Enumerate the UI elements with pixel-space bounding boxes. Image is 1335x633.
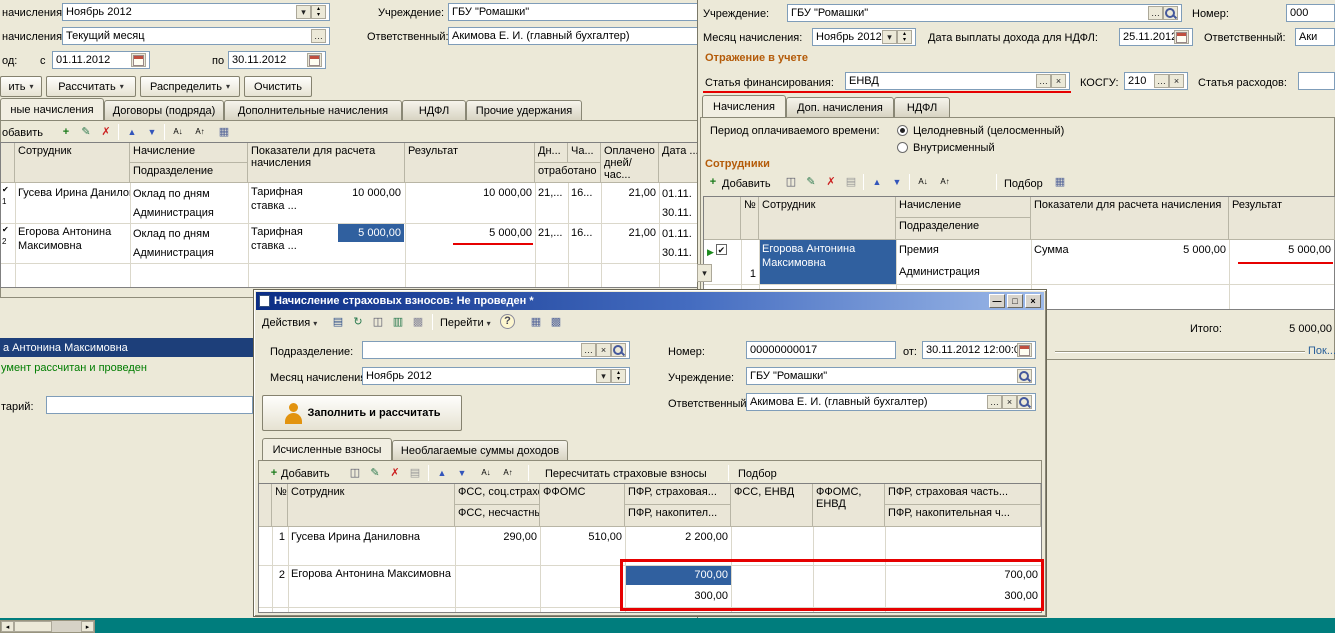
department-label: Подразделение:	[270, 346, 354, 358]
goto-menu[interactable]: Перейти ▾	[440, 316, 491, 331]
window-controls: — □ ×	[987, 294, 1041, 308]
close-button[interactable]: ×	[1025, 294, 1041, 308]
pfr-savings-column-header[interactable]: ПФР, накопител...	[625, 505, 731, 527]
fss-social-column-header[interactable]: ФСС, соц.страхо...	[455, 484, 540, 505]
title-bar[interactable]: Начисление страховых взносов: Не проведе…	[256, 292, 1044, 310]
toolbar-separator	[728, 465, 729, 481]
dropdown-icon: ▾	[486, 319, 491, 328]
recalculate-button[interactable]: Пересчитать страховые взносы	[545, 467, 707, 481]
cell-num[interactable]: 1	[272, 527, 288, 546]
cell-pfr-insurance-part[interactable]: 700,00	[885, 565, 1041, 585]
date-field[interactable]: 30.11.2012 12:00:00	[922, 341, 1036, 359]
cell-pfr-insurance[interactable]: 2 200,00	[625, 527, 731, 546]
person-icon	[283, 401, 303, 425]
toolbar-separator	[428, 465, 429, 481]
responsible-field[interactable]: Акимова Е. И. (главный бухгалтер) … ×	[746, 393, 1036, 411]
window-title: Начисление страховых взносов: Не проведе…	[274, 295, 534, 307]
minimize-button[interactable]: —	[989, 294, 1005, 308]
cell-ffoms[interactable]: 510,00	[540, 527, 625, 546]
tab-nontaxable-income[interactable]: Необлагаемые суммы доходов	[392, 440, 568, 461]
pfr-savings-part-column-header[interactable]: ПФР, накопительная ч...	[885, 505, 1041, 527]
actions-menu[interactable]: Действия ▾	[262, 316, 317, 331]
toolbar-separator	[528, 465, 529, 481]
dropdown-icon[interactable]: ▾	[596, 369, 611, 383]
magnifier-icon[interactable]	[611, 343, 626, 357]
add-row-button[interactable]: Добавить	[281, 467, 330, 481]
month-label: Месяц начисления:	[270, 372, 370, 384]
document-icon	[259, 295, 270, 307]
cell-pfr-savings[interactable]: 300,00	[625, 586, 731, 606]
calendar-icon[interactable]	[1017, 343, 1032, 357]
number-value: 00000000017	[750, 344, 818, 356]
cell-pfr-insurance-selected[interactable]: 700,00	[625, 565, 731, 585]
save-icon[interactable]: ▤	[407, 465, 423, 481]
institution-value: ГБУ "Ромашки"	[750, 370, 828, 382]
institution-label: Учреждение:	[668, 372, 735, 384]
delete-icon[interactable]: ✗	[387, 465, 403, 481]
ellipsis-icon[interactable]: …	[987, 395, 1002, 409]
move-up-icon[interactable]: ▲	[434, 465, 450, 481]
dropdown-icon: ▾	[313, 319, 318, 328]
cell-employee[interactable]: Егорова Антонина Максимовна	[288, 565, 455, 607]
table-icon[interactable]: ▦	[528, 314, 544, 330]
paste-icon[interactable]: ▩	[410, 314, 426, 330]
responsible-value: Акимова Е. И. (главный бухгалтер)	[750, 396, 928, 408]
maximize-button[interactable]: □	[1007, 294, 1023, 308]
clear-icon[interactable]: ×	[1002, 395, 1017, 409]
toolbar-separator	[432, 314, 433, 330]
magnifier-icon[interactable]	[1017, 369, 1032, 383]
ffoms-column-header[interactable]: ФФОМС	[540, 484, 625, 527]
employee-column-header[interactable]: Сотрудник	[288, 484, 455, 527]
pfr-insurance-part-column-header[interactable]: ПФР, страховая часть...	[885, 484, 1041, 505]
pick-button[interactable]: Подбор	[738, 467, 777, 481]
pfr-insurance-column-header[interactable]: ПФР, страховая...	[625, 484, 731, 505]
sort-desc-icon[interactable]: А↑	[500, 465, 516, 481]
cell-num[interactable]: 2	[272, 565, 288, 584]
month-value: Ноябрь 2012	[366, 370, 432, 382]
edit-icon[interactable]: ✎	[367, 465, 383, 481]
marker-column-header[interactable]	[259, 484, 272, 527]
cell-fss-social[interactable]: 290,00	[455, 527, 540, 546]
save-icon[interactable]: ▤	[330, 314, 346, 330]
month-field[interactable]: Ноябрь 2012 ▾ ▴ ▾	[362, 367, 630, 385]
sort-asc-icon[interactable]: А↓	[478, 465, 494, 481]
department-field[interactable]: … ×	[362, 341, 630, 359]
magnifier-icon[interactable]	[1017, 395, 1032, 409]
insurance-contributions-window: Начисление страховых взносов: Не проведе…	[0, 0, 1335, 633]
refresh-icon[interactable]: ↻	[350, 314, 366, 330]
help-icon[interactable]: ?	[500, 314, 515, 329]
date-label: от:	[903, 346, 917, 358]
clear-icon[interactable]: ×	[596, 343, 611, 357]
fss-envd-column-header[interactable]: ФСС, ЕНВД	[731, 484, 813, 527]
ffoms-envd-column-header[interactable]: ФФОМС, ЕНВД	[813, 484, 885, 527]
cell-employee[interactable]: Гусева Ирина Даниловна	[288, 527, 455, 565]
move-down-icon[interactable]: ▼	[454, 465, 470, 481]
ellipsis-icon[interactable]: …	[581, 343, 596, 357]
add-icon[interactable]: +	[266, 465, 282, 481]
copy-icon[interactable]: ◫	[370, 314, 386, 330]
date-value: 30.11.2012 12:00:00	[926, 344, 1017, 356]
fss-accident-column-header[interactable]: ФСС, несчастны...	[455, 505, 540, 527]
list-settings-icon[interactable]: ▩	[548, 314, 564, 330]
institution-field[interactable]: ГБУ "Ромашки"	[746, 367, 1036, 385]
tab-calculated-contributions[interactable]: Исчисленные взносы	[262, 438, 392, 461]
responsible-label: Ответственный:	[668, 398, 750, 410]
spinner[interactable]: ▴ ▾	[611, 369, 626, 383]
cell-pfr-savings-part[interactable]: 300,00	[885, 586, 1041, 606]
number-field[interactable]: 00000000017	[746, 341, 896, 359]
desktop: начисления: Ноябрь 2012 ▾ ▴ ▾ Учреждение: …	[0, 0, 1335, 633]
sheet-icon[interactable]: ▥	[390, 314, 406, 330]
fill-and-calculate-button[interactable]: Заполнить и рассчитать	[262, 395, 462, 431]
number-label: Номер:	[668, 346, 705, 358]
copy-icon[interactable]: ◫	[347, 465, 363, 481]
num-column-header[interactable]: №	[272, 484, 288, 527]
